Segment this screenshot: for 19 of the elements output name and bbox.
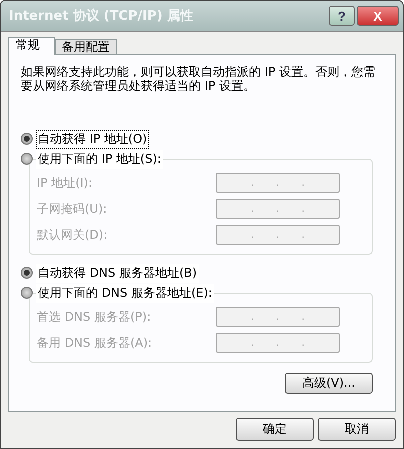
radio-button[interactable] — [21, 133, 33, 145]
tab[interactable]: 备用配置 — [55, 39, 117, 54]
radio-button[interactable] — [21, 153, 33, 165]
field-label: 首选 DNS 服务器(P): — [37, 308, 152, 326]
advanced-button[interactable]: 高级(V)... — [285, 373, 373, 394]
field-label: 备用 DNS 服务器(A): — [37, 334, 152, 352]
radio-button[interactable] — [21, 287, 33, 299]
radio-label[interactable]: 自动获得 IP 地址(O) — [36, 130, 150, 148]
tab[interactable]: 常规 — [8, 37, 55, 55]
radio-button[interactable] — [21, 267, 33, 279]
close-button[interactable]: X — [357, 6, 399, 26]
dialog-button[interactable]: 确定 — [236, 418, 314, 441]
window-title: Internet 协议 (TCP/IP) 属性 — [9, 8, 194, 25]
field-label: 子网掩码(U): — [37, 200, 108, 218]
dialog-button[interactable]: 取消 — [318, 418, 396, 441]
description-text: 如果网络支持此功能，则可以获取自动指派的 IP 设置。否则，您需要从网络系统管理员处获得适当的 IP 设置。 — [21, 65, 376, 93]
help-button[interactable]: ? — [329, 6, 355, 26]
field-label: IP 地址(I): — [37, 174, 93, 192]
field-label: 默认网关(D): — [37, 226, 108, 244]
